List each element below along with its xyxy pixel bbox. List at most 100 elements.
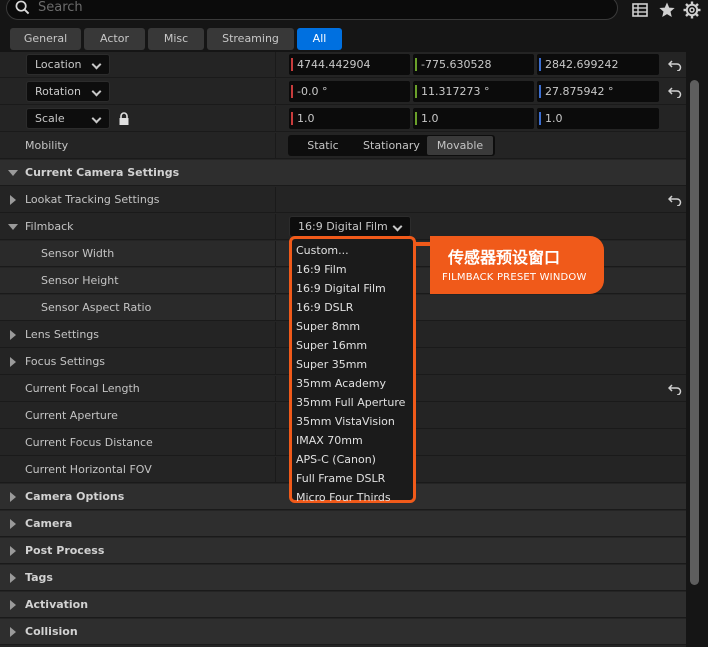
search-icon — [15, 0, 30, 15]
rotation-dropdown[interactable]: Rotation — [26, 81, 110, 102]
scale-x-value: 1.0 — [297, 112, 315, 125]
search-input[interactable]: Search — [6, 0, 618, 20]
scrollbar-thumb[interactable] — [690, 80, 699, 585]
rotation-label: Rotation — [35, 85, 82, 98]
menu-item-full-frame-dslr[interactable]: Full Frame DSLR — [296, 472, 385, 485]
mobility-label: Mobility — [25, 139, 69, 152]
expand-arrow-icon[interactable] — [8, 224, 18, 230]
scale-x-field[interactable]: 1.0 — [289, 108, 410, 129]
location-label: Location — [35, 58, 82, 71]
menu-item-16-9-dslr[interactable]: 16:9 DSLR — [296, 301, 353, 314]
collapse-arrow-icon — [10, 519, 16, 529]
lens-settings-label: Lens Settings — [25, 328, 100, 341]
mobility-stationary-option[interactable]: Stationary — [358, 136, 425, 155]
category-label: Current Camera Settings — [25, 166, 180, 179]
scale-dropdown[interactable]: Scale — [26, 108, 110, 129]
menu-item-16-9-film[interactable]: 16:9 Film — [296, 263, 347, 276]
menu-item-35mm-vistavision[interactable]: 35mm VistaVision — [296, 415, 395, 428]
sensor-aspect-ratio-label: Sensor Aspect Ratio — [41, 301, 152, 314]
filmback-label: Filmback — [25, 220, 74, 233]
scale-label: Scale — [35, 112, 65, 125]
callout-title: 传感器预设窗口 — [448, 248, 561, 267]
lock-icon[interactable] — [118, 112, 130, 126]
reset-arrow-icon[interactable] — [668, 194, 682, 206]
current-focal-length-label: Current Focal Length — [25, 382, 140, 395]
location-x-value: 4744.442904 — [297, 58, 371, 71]
menu-item-super-8mm[interactable]: Super 8mm — [296, 320, 360, 333]
collapse-arrow-icon — [10, 546, 16, 556]
scale-row: Scale 1.0 1.0 1.0 — [0, 106, 686, 132]
category-label: Tags — [25, 571, 53, 584]
tab-actor[interactable]: Actor — [84, 28, 145, 50]
category-camera[interactable]: Camera — [0, 511, 686, 537]
tab-streaming[interactable]: Streaming — [207, 28, 294, 50]
mobility-movable-option[interactable]: Movable — [427, 136, 493, 155]
expand-arrow-icon — [8, 170, 18, 176]
star-icon[interactable] — [658, 1, 676, 19]
callout-subtitle: FILMBACK PRESET WINDOW — [442, 272, 587, 283]
sensor-width-label: Sensor Width — [41, 247, 115, 260]
location-y-field[interactable]: -775.630528 — [413, 54, 534, 75]
filmback-preset-callout: 传感器预设窗口 FILMBACK PRESET WINDOW — [416, 236, 604, 294]
menu-item-35mm-academy[interactable]: 35mm Academy — [296, 377, 386, 390]
menu-item-super-16mm[interactable]: Super 16mm — [296, 339, 367, 352]
lookat-tracking-row[interactable]: Lookat Tracking Settings — [0, 187, 686, 213]
current-aperture-label: Current Aperture — [25, 409, 118, 422]
category-current-camera-settings[interactable]: Current Camera Settings — [0, 160, 686, 186]
category-label: Post Process — [25, 544, 105, 557]
rotation-z-field[interactable]: 27.875942 ° — [537, 81, 659, 102]
callout-connector — [416, 242, 430, 246]
lookat-tracking-label: Lookat Tracking Settings — [25, 193, 160, 206]
table-icon[interactable] — [631, 1, 649, 19]
top-bar: Search — [0, 0, 708, 24]
menu-item-super-35mm[interactable]: Super 35mm — [296, 358, 367, 371]
scale-y-value: 1.0 — [421, 112, 439, 125]
mobility-segmented-control: Static Stationary Movable — [288, 135, 495, 156]
rotation-x-value: -0.0 ° — [297, 85, 328, 98]
scale-y-field[interactable]: 1.0 — [413, 108, 534, 129]
menu-item-aps-c-canon[interactable]: APS-C (Canon) — [296, 453, 376, 466]
location-z-field[interactable]: 2842.699242 — [537, 54, 659, 75]
tab-all[interactable]: All — [297, 28, 342, 50]
tab-misc[interactable]: Misc — [148, 28, 204, 50]
reset-arrow-icon[interactable] — [668, 86, 682, 98]
category-post-process[interactable]: Post Process — [0, 538, 686, 564]
location-x-field[interactable]: 4744.442904 — [289, 54, 410, 75]
collapse-arrow-icon — [10, 600, 16, 610]
collapse-arrow-icon — [10, 330, 16, 340]
rotation-y-field[interactable]: 11.317273 ° — [413, 81, 534, 102]
collapse-arrow-icon — [10, 573, 16, 583]
category-label: Activation — [25, 598, 89, 611]
category-activation[interactable]: Activation — [0, 592, 686, 618]
reset-arrow-icon[interactable] — [668, 383, 682, 395]
current-horizontal-fov-label: Current Horizontal FOV — [25, 463, 152, 476]
search-placeholder: Search — [38, 0, 83, 15]
scale-z-field[interactable]: 1.0 — [537, 108, 659, 129]
tab-general[interactable]: General — [10, 28, 81, 50]
location-y-value: -775.630528 — [421, 58, 492, 71]
category-label: Collision — [25, 625, 78, 638]
gear-icon[interactable] — [683, 1, 701, 19]
rotation-x-field[interactable]: -0.0 ° — [289, 81, 410, 102]
collapse-arrow-icon — [10, 357, 16, 367]
current-focus-distance-label: Current Focus Distance — [25, 436, 153, 449]
category-label: Camera Options — [25, 490, 125, 503]
filmback-preset-dropdown[interactable]: 16:9 Digital Film — [289, 216, 411, 237]
category-collision[interactable]: Collision — [0, 619, 686, 645]
reset-arrow-icon[interactable] — [668, 59, 682, 71]
menu-item-custom[interactable]: Custom... — [296, 244, 349, 257]
scale-z-value: 1.0 — [545, 112, 563, 125]
menu-item-35mm-full-aperture[interactable]: 35mm Full Aperture — [296, 396, 405, 409]
category-tags[interactable]: Tags — [0, 565, 686, 591]
menu-item-micro-four-thirds[interactable]: Micro Four Thirds — [296, 491, 391, 504]
location-z-value: 2842.699242 — [545, 58, 619, 71]
mobility-static-option[interactable]: Static — [290, 136, 356, 155]
menu-item-imax-70mm[interactable]: IMAX 70mm — [296, 434, 363, 447]
collapse-arrow-icon — [10, 492, 16, 502]
collapse-arrow-icon — [10, 195, 16, 205]
menu-item-16-9-digital-film[interactable]: 16:9 Digital Film — [296, 282, 386, 295]
focus-settings-label: Focus Settings — [25, 355, 106, 368]
rotation-row: Rotation -0.0 ° 11.317273 ° 27.875942 ° — [0, 79, 686, 105]
location-dropdown[interactable]: Location — [26, 54, 110, 75]
mobility-row: Mobility Static Stationary Movable — [0, 133, 686, 159]
